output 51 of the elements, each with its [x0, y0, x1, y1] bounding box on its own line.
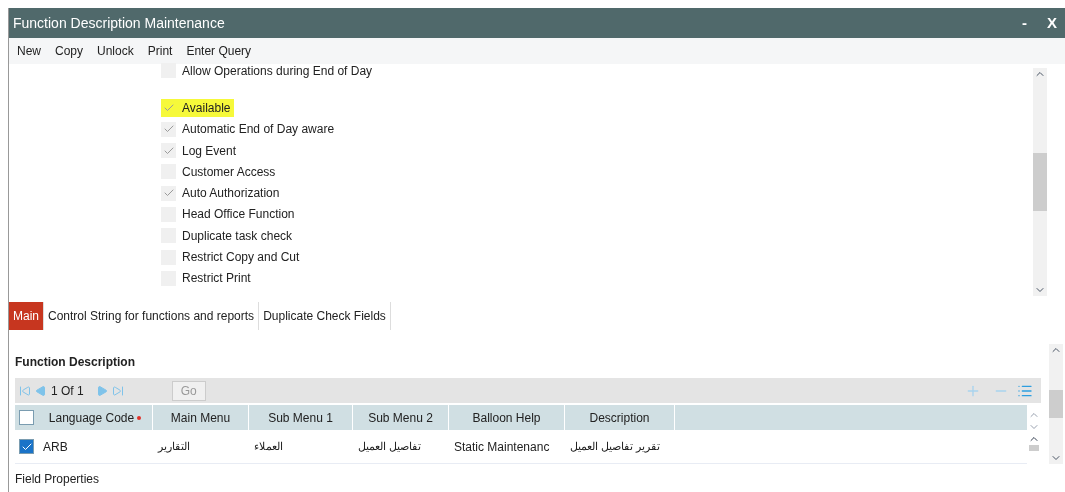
scrollbar-thumb[interactable]	[1033, 153, 1047, 211]
table-cell-text: ARB	[42, 438, 69, 456]
column-header: Description	[565, 405, 675, 430]
tab[interactable]: Duplicate Check Fields	[259, 302, 391, 330]
table-cell-text: تفاصيل العميل	[357, 439, 423, 455]
column-header: Main Menu	[153, 405, 249, 430]
checkbox[interactable]	[161, 143, 176, 159]
checkbox-label: Log Event	[182, 142, 237, 160]
select-all-checkbox[interactable]	[19, 410, 34, 425]
table-cell-text: التقارير	[156, 439, 191, 455]
section-title: Field Properties	[15, 471, 101, 488]
table-cell-text: تقرير تفاصيل العميل	[569, 439, 662, 455]
section-title: Function Description	[15, 354, 136, 371]
toolbar-button[interactable]: New	[17, 42, 41, 60]
previous-page-icon[interactable]	[35, 384, 47, 397]
scrollbar-thumb[interactable]	[1049, 390, 1063, 418]
toolbar-button[interactable]: Copy	[55, 42, 84, 60]
table-cell-text: العملاء	[253, 439, 284, 455]
close-button[interactable]: X	[1047, 11, 1057, 35]
page-indicator: 1 Of 1	[51, 382, 84, 400]
scrollbar[interactable]	[1033, 68, 1047, 296]
checkbox-label: Head Office Function	[182, 206, 295, 224]
tab[interactable]: Main	[9, 302, 44, 330]
checkbox[interactable]	[161, 185, 176, 201]
next-page-icon[interactable]	[95, 384, 108, 397]
checkbox-label: Customer Access	[182, 163, 276, 181]
checkbox-label: Automatic End of Day aware	[182, 121, 335, 139]
scrollbar[interactable]	[1049, 344, 1063, 464]
toolbar-button[interactable]: Unlock	[97, 42, 134, 60]
checkbox-label: Auto Authorization	[182, 185, 280, 203]
column-header: Language Code	[38, 405, 153, 430]
checkbox-label: Restrict Print	[182, 270, 251, 288]
column-header: Sub Menu 2	[353, 405, 449, 430]
tab[interactable]: Control String for functions and reports	[44, 302, 260, 330]
row-checkbox[interactable]	[19, 439, 34, 454]
minimize-button[interactable]: -	[1022, 11, 1027, 35]
column-header: Sub Menu 1	[249, 405, 353, 430]
table-cell-text: Static Maintenanc	[453, 438, 551, 456]
column-header: Balloon Help	[449, 405, 565, 430]
required-icon	[137, 415, 142, 420]
toolbar-button[interactable]: Enter Query	[186, 42, 252, 60]
checkbox-label: Restrict Copy and Cut	[182, 249, 300, 266]
checkbox[interactable]	[161, 121, 176, 137]
checkbox-label: Available	[182, 99, 231, 117]
last-page-icon[interactable]	[111, 384, 124, 397]
window-title: Function Description Maintenance	[13, 13, 225, 33]
checkbox-label: Duplicate task check	[182, 227, 293, 245]
toolbar-button[interactable]: Print	[147, 42, 173, 60]
checkbox-label: Allow Operations during End of Day	[182, 62, 373, 80]
scrollbar-thumb[interactable]	[1029, 445, 1039, 451]
first-page-icon[interactable]	[19, 384, 31, 397]
